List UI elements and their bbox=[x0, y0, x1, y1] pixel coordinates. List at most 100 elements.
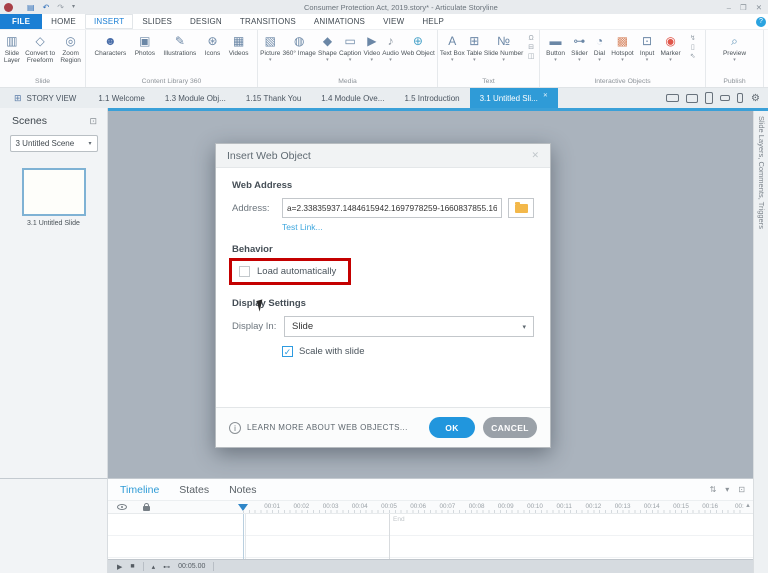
timeline-track-row[interactable] bbox=[108, 514, 753, 536]
ribbon-button-table[interactable]: ⊞Table▾ bbox=[467, 32, 483, 63]
chevron-down-icon[interactable]: ▾ bbox=[725, 485, 729, 494]
slide-tab-1-4-module-ove[interactable]: 1.4 Module Ove... bbox=[311, 88, 394, 108]
ribbon-button-zoom-region[interactable]: ◎Zoom Region bbox=[56, 32, 85, 70]
text-extra-icon[interactable]: ◫ bbox=[525, 53, 537, 61]
mouse-cursor-icon[interactable]: ⇖ bbox=[687, 53, 699, 61]
timeline-ruler[interactable]: 00:0100:0200:0300:0400:0500:0600:0700:08… bbox=[108, 501, 753, 514]
load-automatically-checkbox[interactable] bbox=[239, 266, 250, 277]
play-button[interactable]: ▶ bbox=[117, 563, 122, 571]
test-link[interactable]: Test Link... bbox=[282, 222, 534, 232]
filter-icon[interactable]: ⇅ bbox=[710, 485, 717, 494]
slide-tab-1-3-module-obj[interactable]: 1.3 Module Obj... bbox=[155, 88, 236, 108]
menu-tab-help[interactable]: HELP bbox=[413, 14, 453, 29]
menu-tab-transitions[interactable]: TRANSITIONS bbox=[231, 14, 305, 29]
restore-button[interactable]: ❒ bbox=[740, 3, 747, 12]
menu-tab-file[interactable]: FILE bbox=[0, 14, 42, 29]
annotation-highlight-box: Load automatically bbox=[229, 258, 351, 285]
panel-icon[interactable]: ⊡ bbox=[738, 485, 745, 494]
slide-tab-3-1-untitled-sli[interactable]: 3.1 Untitled Sli...✕ bbox=[470, 88, 558, 108]
desktop-icon[interactable] bbox=[666, 94, 679, 102]
settings-gear-icon[interactable]: ⚙ bbox=[751, 93, 760, 104]
end-marker-line[interactable] bbox=[389, 514, 390, 559]
tablet-portrait-icon[interactable] bbox=[705, 92, 713, 104]
redo-icon[interactable]: ↷ bbox=[57, 3, 64, 12]
slide-tab-1-15-thank-you[interactable]: 1.15 Thank You bbox=[236, 88, 311, 108]
ruler-tick: 00:07 bbox=[433, 503, 461, 510]
menu-tab-slides[interactable]: SLIDES bbox=[133, 14, 181, 29]
address-input[interactable] bbox=[282, 198, 502, 218]
menu-tab-animations[interactable]: ANIMATIONS bbox=[305, 14, 374, 29]
learn-more-link[interactable]: LEARN MORE ABOUT WEB OBJECTS... bbox=[247, 423, 408, 432]
timeline-track-row[interactable] bbox=[108, 536, 753, 558]
tablet-landscape-icon[interactable] bbox=[686, 94, 698, 103]
ribbon-button-marker[interactable]: ◉Marker▾ bbox=[660, 32, 680, 63]
ribbon-button-slide-layer[interactable]: ▥Slide Layer bbox=[0, 32, 24, 70]
ribbon-button-360-image[interactable]: ◍360° Image bbox=[283, 32, 316, 63]
stop-button[interactable]: ■ bbox=[130, 563, 134, 570]
display-in-dropdown[interactable]: Slide ▾ bbox=[284, 316, 534, 337]
menu-tab-design[interactable]: DESIGN bbox=[181, 14, 231, 29]
lock-icon[interactable] bbox=[143, 506, 150, 511]
expand-rows-icon[interactable]: ▴ bbox=[152, 563, 156, 571]
scale-with-slide-checkbox[interactable]: ✓ bbox=[282, 346, 293, 357]
ribbon-button-audio[interactable]: ♪Audio▾ bbox=[382, 32, 399, 63]
ribbon-button-slide-number[interactable]: №Slide Number▾ bbox=[484, 32, 523, 63]
timeline-tab-notes[interactable]: Notes bbox=[229, 484, 256, 496]
ribbon-button-caption[interactable]: ▭Caption▾ bbox=[339, 32, 361, 63]
trigger-icon[interactable]: ↯ bbox=[687, 35, 699, 43]
ribbon-button-icons[interactable]: ⊛Icons bbox=[205, 32, 221, 63]
side-panels-strip[interactable]: Slide Layers, Comments, Triggers bbox=[753, 108, 768, 573]
panel-collapse-icon[interactable]: ⊡ bbox=[89, 116, 97, 127]
reference-icon[interactable]: ⊟ bbox=[525, 44, 537, 52]
ribbon-button-illustrations[interactable]: ✎Illustrations bbox=[163, 32, 196, 63]
menu-tab-insert[interactable]: INSERT bbox=[85, 14, 133, 29]
dialog-close-icon[interactable]: ✕ bbox=[531, 150, 539, 161]
ribbon-button-label: Zoom Region bbox=[56, 50, 85, 64]
timeline-tracks[interactable]: End bbox=[108, 514, 753, 559]
ribbon-button-shape[interactable]: ◆Shape▾ bbox=[318, 32, 337, 63]
timeline-panel: Timeline States Notes ⇅ ▾ ⊡ 00:0100:0200:0… bbox=[108, 478, 753, 573]
menu-tab-home[interactable]: HOME bbox=[42, 14, 85, 29]
visibility-eye-icon[interactable] bbox=[117, 504, 127, 510]
tab-close-icon[interactable]: ✕ bbox=[543, 92, 548, 99]
browse-folder-button[interactable] bbox=[508, 198, 534, 218]
slide-tab-1-1-welcome[interactable]: 1.1 Welcome bbox=[88, 88, 155, 108]
minimize-button[interactable]: – bbox=[727, 3, 731, 12]
story-view-tab[interactable]: ⊞ STORY VIEW bbox=[0, 88, 88, 108]
timeline-zoom-icon[interactable]: ⊷ bbox=[163, 563, 170, 571]
cancel-button[interactable]: CANCEL bbox=[483, 417, 537, 438]
timeline-tab-timeline[interactable]: Timeline bbox=[120, 484, 159, 496]
ribbon-button-web-object[interactable]: ⊕Web Object bbox=[401, 32, 435, 63]
scene-selector-dropdown[interactable]: 3 Untitled Scene ▾ bbox=[10, 135, 98, 152]
ribbon-button-hotspot[interactable]: ▩Hotspot▾ bbox=[611, 32, 633, 63]
ribbon-button-button[interactable]: ▬Button▾ bbox=[546, 32, 565, 63]
ribbon-button-slider[interactable]: ⊶Slider▾ bbox=[571, 32, 588, 63]
playhead-line bbox=[243, 514, 244, 559]
help-icon[interactable]: ? bbox=[756, 17, 766, 27]
ribbon-button-picture[interactable]: ▧Picture▾ bbox=[260, 32, 280, 63]
slide-thumbnail[interactable] bbox=[22, 168, 86, 216]
slide-tab-1-5-introduction[interactable]: 1.5 Introduction bbox=[394, 88, 469, 108]
ribbon-button-convert-to-freeform[interactable]: ◇Convert to Freeform bbox=[24, 32, 56, 70]
ribbon-button-preview[interactable]: ⌕Preview▾ bbox=[723, 32, 746, 63]
ribbon-button-input[interactable]: ⊡Input▾ bbox=[640, 32, 654, 63]
ok-button[interactable]: OK bbox=[429, 417, 475, 438]
symbol-icon[interactable]: Ω bbox=[525, 35, 537, 43]
ribbon-button-video[interactable]: ▶Video▾ bbox=[364, 32, 381, 63]
timeline-tab-states[interactable]: States bbox=[179, 484, 209, 496]
ribbon-button-characters[interactable]: ☻Characters bbox=[94, 32, 126, 63]
scrolling-panel-icon[interactable]: ▯ bbox=[687, 44, 699, 52]
playhead-marker[interactable] bbox=[238, 504, 248, 511]
ribbon-button-dial[interactable]: ◔Dial▾ bbox=[594, 32, 605, 63]
ribbon-group-label: Content Library 360 bbox=[86, 77, 257, 87]
undo-icon[interactable]: ↶ bbox=[43, 3, 50, 12]
close-button[interactable]: ✕ bbox=[756, 3, 762, 12]
ribbon-button-text-box[interactable]: AText Box▾ bbox=[440, 32, 465, 63]
ribbon-button-videos[interactable]: ▦Videos bbox=[229, 32, 249, 63]
scroll-up-icon[interactable]: ▲ bbox=[745, 503, 751, 509]
ribbon-button-photos[interactable]: ▣Photos bbox=[135, 32, 155, 63]
phone-landscape-icon[interactable] bbox=[720, 95, 730, 101]
menu-tab-view[interactable]: VIEW bbox=[374, 14, 413, 29]
phone-portrait-icon[interactable] bbox=[737, 93, 743, 103]
save-icon[interactable]: ▤ bbox=[27, 3, 35, 12]
